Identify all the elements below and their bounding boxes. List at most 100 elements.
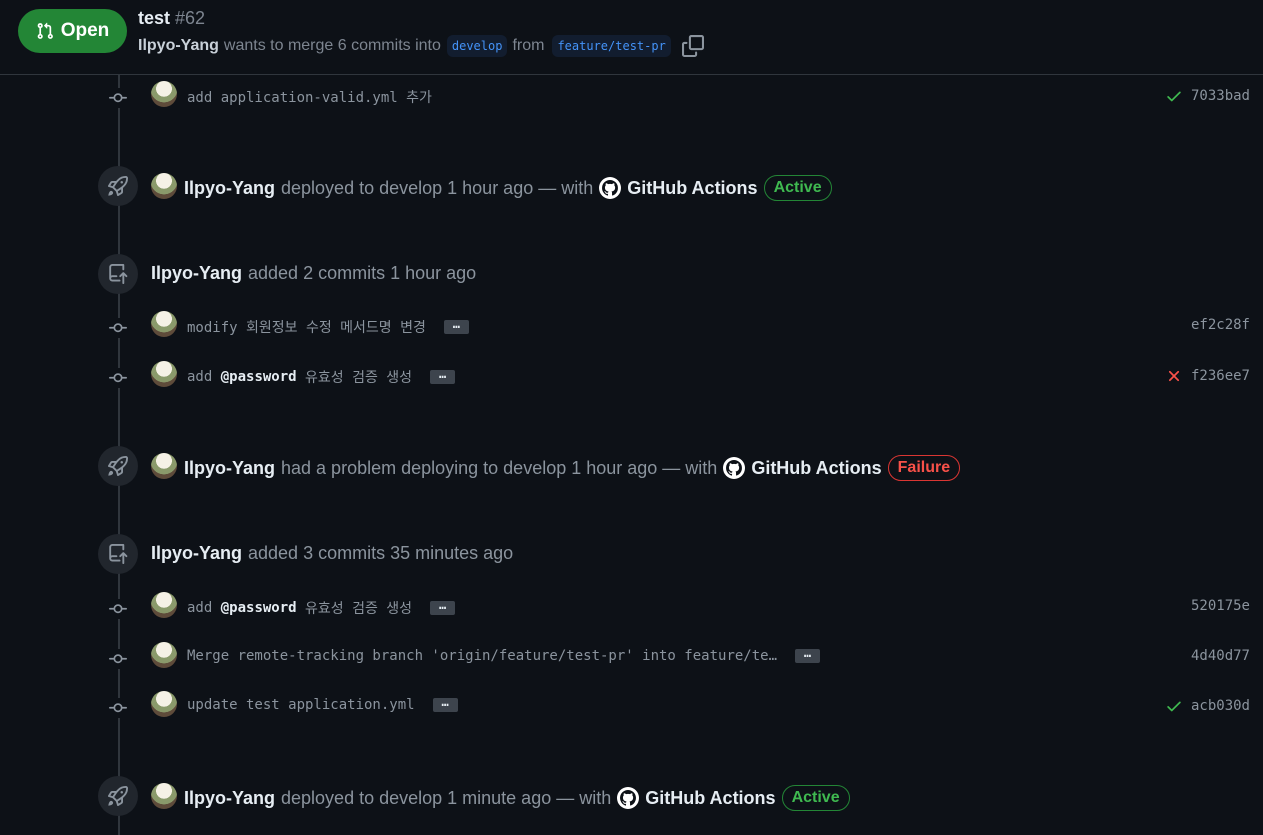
deployment-event: Ilpyo-Yang deployed to develop 1 hour ag… — [0, 166, 1263, 206]
deployment-text: Ilpyo-Yang had a problem deploying to de… — [184, 455, 961, 481]
pr-number: #62 — [175, 8, 206, 28]
git-commit-icon — [108, 88, 128, 108]
pr-author-link[interactable]: Ilpyo-Yang — [138, 37, 219, 55]
avatar[interactable] — [151, 592, 177, 618]
commit-sha-link[interactable]: ef2c28f — [1191, 317, 1250, 333]
commit-status: f236ee7 — [1165, 367, 1250, 385]
commit-message-link[interactable]: add application-valid.yml 추가 — [187, 87, 432, 107]
avatar[interactable] — [151, 453, 177, 479]
avatar[interactable] — [151, 173, 177, 199]
app-link[interactable]: GitHub Actions — [751, 458, 881, 479]
avatar[interactable] — [151, 783, 177, 809]
deployment-description: deployed to develop 1 minute ago — with — [281, 787, 612, 808]
repo-push-icon — [98, 254, 138, 294]
commit-message: modify 회원정보 수정 메서드명 변경 … — [187, 317, 469, 337]
git-pull-request-icon — [36, 22, 54, 40]
git-commit-icon — [108, 698, 128, 718]
pr-title: test #62 — [138, 8, 205, 29]
commit-row: Merge remote-tracking branch 'origin/fea… — [0, 639, 1263, 679]
commit-row: add @password 유효성 검증 생성 … 520175e — [0, 589, 1263, 629]
push-description: added 2 commits 1 hour ago — [248, 263, 477, 283]
expand-commit-button[interactable]: … — [430, 599, 456, 615]
commit-sha-link[interactable]: acb030d — [1191, 698, 1250, 714]
commit-status: ef2c28f — [1191, 317, 1250, 333]
commit-message-suffix[interactable]: 유효성 검증 생성 — [305, 598, 412, 618]
pr-state-label: Open — [60, 20, 110, 41]
user-mention-link[interactable]: @password — [221, 600, 297, 616]
user-mention-link[interactable]: @password — [221, 369, 297, 385]
base-branch-link[interactable]: develop — [446, 35, 508, 57]
push-text: Ilpyo-Yang added 3 commits 35 minutes ag… — [151, 543, 513, 564]
pr-state-badge: Open — [18, 9, 127, 53]
commit-row: modify 회원정보 수정 메서드명 변경 … ef2c28f — [0, 308, 1263, 348]
expand-commit-button[interactable]: … — [430, 368, 456, 384]
author-link[interactable]: Ilpyo-Yang — [184, 458, 275, 479]
commit-sha-link[interactable]: 520175e — [1191, 598, 1250, 614]
x-icon[interactable] — [1165, 367, 1183, 385]
status-badge: Active — [763, 175, 832, 201]
avatar[interactable] — [151, 691, 177, 717]
commit-status: 4d40d77 — [1191, 648, 1250, 664]
commit-message-link[interactable]: update test application.yml — [187, 697, 415, 713]
pr-from-text: from — [512, 37, 545, 54]
push-description: added 3 commits 35 minutes ago — [248, 543, 514, 563]
deployment-text: Ilpyo-Yang deployed to develop 1 minute … — [184, 785, 850, 811]
pr-merge-text: wants to merge 6 commits into — [223, 37, 441, 54]
github-logo-icon — [617, 787, 640, 809]
deployment-event: Ilpyo-Yang had a problem deploying to de… — [0, 446, 1263, 486]
commit-sha-link[interactable]: 7033bad — [1191, 88, 1250, 104]
github-logo-icon — [723, 457, 746, 479]
git-commit-icon — [108, 368, 128, 388]
git-commit-icon — [108, 318, 128, 338]
avatar[interactable] — [151, 361, 177, 387]
avatar[interactable] — [151, 311, 177, 337]
pr-title-text: test — [138, 8, 171, 28]
status-badge: Failure — [887, 455, 961, 481]
pr-header: Open test #62 Ilpyo-Yang wants to merge 6… — [0, 0, 1263, 75]
app-link[interactable]: GitHub Actions — [645, 788, 775, 809]
commit-row: add @password 유효성 검증 생성 … f236ee7 — [0, 358, 1263, 398]
github-logo-icon — [599, 177, 622, 199]
head-branch-link[interactable]: feature/test-pr — [552, 35, 671, 57]
commit-sha-link[interactable]: 4d40d77 — [1191, 648, 1250, 664]
author-link[interactable]: Ilpyo-Yang — [151, 543, 242, 564]
deployment-description: had a problem deploying to develop 1 hou… — [281, 457, 718, 478]
expand-commit-button[interactable]: … — [443, 318, 469, 334]
deployment-description: deployed to develop 1 hour ago — with — [281, 177, 594, 198]
expand-commit-button[interactable]: … — [432, 696, 458, 712]
repo-push-icon — [98, 534, 138, 574]
deployment-text: Ilpyo-Yang deployed to develop 1 hour ag… — [184, 175, 832, 201]
app-link[interactable]: GitHub Actions — [627, 178, 757, 199]
author-link[interactable]: Ilpyo-Yang — [184, 788, 275, 809]
author-link[interactable]: Ilpyo-Yang — [151, 263, 242, 284]
check-icon[interactable] — [1165, 697, 1183, 715]
avatar[interactable] — [151, 642, 177, 668]
avatar[interactable] — [151, 81, 177, 107]
check-icon[interactable] — [1165, 87, 1183, 105]
commit-message-suffix[interactable]: 유효성 검증 생성 — [305, 367, 412, 387]
commit-message-link[interactable]: Merge remote-tracking branch 'origin/fea… — [187, 648, 777, 664]
rocket-icon — [98, 446, 138, 486]
commit-message: add @password 유효성 검증 생성 … — [187, 598, 456, 618]
commit-message-prefix[interactable]: add — [187, 600, 212, 616]
copy-icon[interactable] — [681, 35, 704, 57]
commit-sha-link[interactable]: f236ee7 — [1191, 368, 1250, 384]
commit-message-link[interactable]: modify 회원정보 수정 메서드명 변경 — [187, 317, 426, 337]
author-link[interactable]: Ilpyo-Yang — [184, 178, 275, 199]
push-event: Ilpyo-Yang added 3 commits 35 minutes ag… — [0, 534, 1263, 574]
pr-merge-summary: Ilpyo-Yang wants to merge 6 commits into… — [138, 35, 704, 57]
commit-status: 7033bad — [1165, 87, 1250, 105]
commit-status: acb030d — [1165, 697, 1250, 715]
commit-message: add @password 유효성 검증 생성 … — [187, 367, 456, 387]
push-event: Ilpyo-Yang added 2 commits 1 hour ago — [0, 254, 1263, 294]
rocket-icon — [98, 776, 138, 816]
commit-row: update test application.yml … acb030d — [0, 688, 1263, 728]
expand-commit-button[interactable]: … — [795, 647, 821, 663]
commit-message: update test application.yml … — [187, 696, 458, 713]
commit-message-prefix[interactable]: add — [187, 369, 212, 385]
status-badge: Active — [781, 785, 850, 811]
push-text: Ilpyo-Yang added 2 commits 1 hour ago — [151, 263, 476, 284]
commit-row: add application-valid.yml 추가 7033bad — [0, 78, 1263, 118]
commit-status: 520175e — [1191, 598, 1250, 614]
commit-message: Merge remote-tracking branch 'origin/fea… — [187, 647, 821, 664]
